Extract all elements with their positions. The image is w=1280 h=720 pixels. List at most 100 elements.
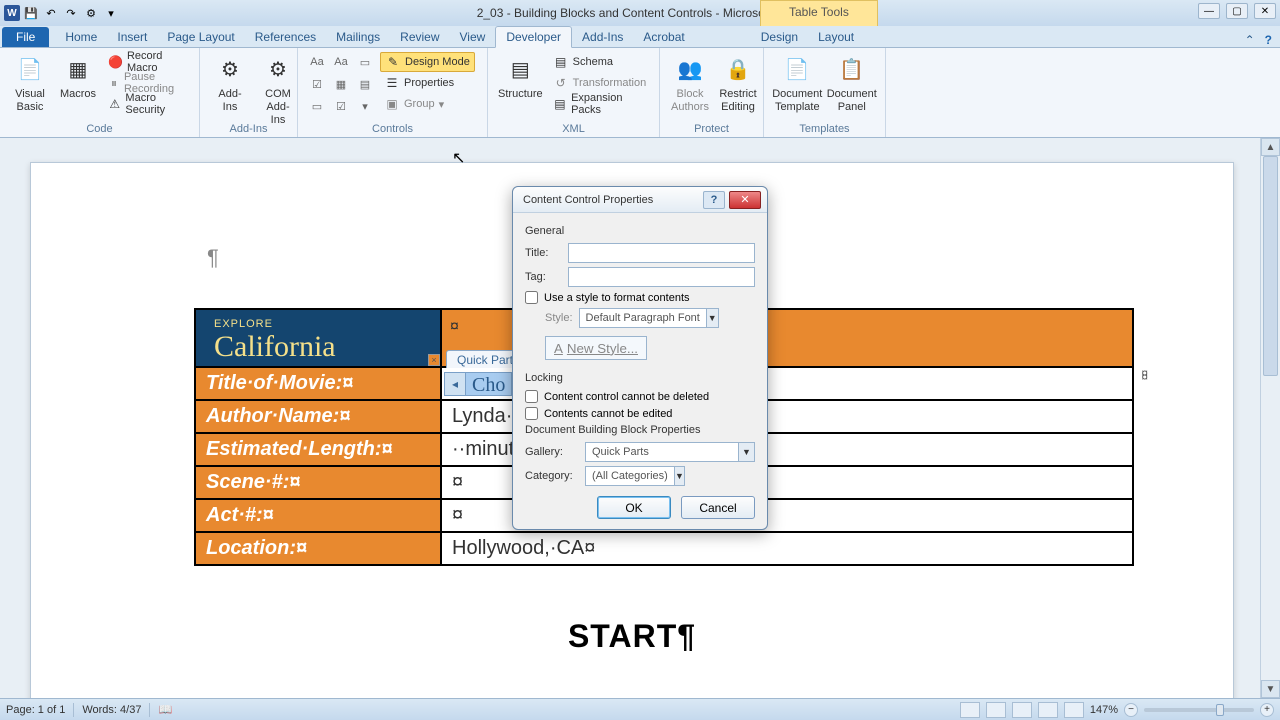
scroll-down-icon[interactable]: ▼: [1261, 680, 1280, 698]
chevron-down-icon[interactable]: ▼: [738, 443, 754, 461]
schema-button[interactable]: ▤Schema: [549, 52, 651, 72]
group-addins: ⚙Add-Ins ⚙COM Add-Ins Add-Ins: [200, 48, 298, 137]
tag-input[interactable]: [568, 267, 755, 287]
start-heading: START¶: [568, 618, 696, 655]
dialog-titlebar[interactable]: Content Control Properties ? ✕: [513, 187, 767, 213]
tab-review[interactable]: Review: [390, 27, 449, 47]
gallery-combo[interactable]: Quick Parts▼: [585, 442, 755, 462]
proofing-icon[interactable]: 📖: [158, 703, 172, 716]
title-bar: W 💾 ↶ ↷ ⚙ ▾ 2_03 - Building Blocks and C…: [0, 0, 1280, 26]
zoom-level[interactable]: 147%: [1090, 704, 1118, 716]
category-label: Category:: [525, 470, 585, 482]
visual-basic-button[interactable]: 📄Visual Basic: [8, 52, 52, 116]
cancel-button[interactable]: Cancel: [681, 496, 755, 519]
pilcrow-mark: ¶: [207, 245, 219, 271]
maximize-button[interactable]: ▢: [1226, 3, 1248, 19]
dialog-title: Content Control Properties: [523, 194, 703, 206]
tab-references[interactable]: References: [245, 27, 326, 47]
table-label: Location:¤: [195, 532, 441, 565]
cell-marker: ¤: [450, 318, 459, 336]
tab-layout[interactable]: Layout: [808, 27, 864, 47]
ok-button[interactable]: OK: [597, 496, 671, 519]
redo-icon[interactable]: ↷: [62, 4, 80, 22]
print-layout-view-button[interactable]: [960, 702, 980, 718]
content-control-close-icon[interactable]: ×: [428, 354, 440, 366]
content-control-arrow-icon[interactable]: ◂: [444, 372, 466, 396]
undo-icon[interactable]: ↶: [42, 4, 60, 22]
transformation-icon: ↺: [553, 75, 569, 91]
zoom-knob[interactable]: [1216, 704, 1224, 716]
draft-view-button[interactable]: [1064, 702, 1084, 718]
com-addins-button[interactable]: ⚙COM Add-Ins: [256, 52, 300, 130]
qat-custom-icon[interactable]: ⚙: [82, 4, 100, 22]
lock-edit-label: Contents cannot be edited: [544, 408, 672, 420]
expansion-icon: ▤: [553, 96, 567, 112]
building-block-section-label: Document Building Block Properties: [525, 424, 755, 436]
full-screen-view-button[interactable]: [986, 702, 1006, 718]
dialog-close-button[interactable]: ✕: [729, 191, 761, 209]
tab-acrobat[interactable]: Acrobat: [633, 27, 694, 47]
use-style-checkbox[interactable]: [525, 291, 538, 304]
row-end-marker: ¤: [1141, 370, 1148, 384]
com-addins-icon: ⚙: [262, 54, 294, 86]
page-status[interactable]: Page: 1 of 1: [6, 704, 65, 716]
minimize-button[interactable]: —: [1198, 3, 1220, 19]
macros-button[interactable]: ▦Macros: [56, 52, 100, 103]
chevron-down-icon[interactable]: ▼: [674, 467, 684, 485]
design-mode-icon: ✎: [385, 54, 401, 70]
document-panel-button[interactable]: 📋Document Panel: [827, 52, 878, 116]
tab-add-ins[interactable]: Add-Ins: [572, 27, 633, 47]
close-window-button[interactable]: ✕: [1254, 3, 1276, 19]
tab-home[interactable]: Home: [55, 27, 107, 47]
tab-view[interactable]: View: [450, 27, 496, 47]
web-layout-view-button[interactable]: [1012, 702, 1032, 718]
outline-view-button[interactable]: [1038, 702, 1058, 718]
tab-developer[interactable]: Developer: [495, 26, 572, 48]
style-label: Style:: [545, 312, 573, 324]
doc-template-icon: 📄: [781, 54, 813, 86]
ribbon-minimize-icon[interactable]: ⌃: [1245, 33, 1255, 47]
controls-gallery[interactable]: AaAa▭ ☑▦▤ ▭☑▾: [306, 52, 376, 116]
document-template-button[interactable]: 📄Document Template: [772, 52, 823, 116]
tab-design[interactable]: Design: [751, 27, 808, 47]
title-input[interactable]: [568, 243, 755, 263]
scroll-up-icon[interactable]: ▲: [1261, 138, 1280, 156]
zoom-slider[interactable]: [1144, 708, 1254, 712]
tab-mailings[interactable]: Mailings: [326, 27, 390, 47]
tab-page-layout[interactable]: Page Layout: [157, 27, 244, 47]
category-combo[interactable]: (All Categories)▼: [585, 466, 685, 486]
general-section-label: General: [525, 225, 755, 237]
properties-button[interactable]: ☰Properties: [380, 73, 475, 93]
record-macro-button[interactable]: 🔴Record Macro: [104, 52, 191, 72]
logo-explore-text: EXPLORE: [214, 318, 273, 330]
word-count-status[interactable]: Words: 4/37: [82, 704, 141, 716]
scroll-thumb[interactable]: [1263, 156, 1278, 376]
zoom-in-button[interactable]: +: [1260, 703, 1274, 717]
group-xml: ▤Structure ▤Schema ↺Transformation ▤Expa…: [488, 48, 660, 137]
structure-icon: ▤: [504, 54, 536, 86]
table-label: Scene·#:¤: [195, 466, 441, 499]
addins-button[interactable]: ⚙Add-Ins: [208, 52, 252, 116]
cursor-icon: ↖: [452, 148, 465, 168]
content-control-text[interactable]: Cho: [466, 372, 512, 396]
lock-edit-checkbox[interactable]: [525, 407, 538, 420]
tab-insert[interactable]: Insert: [107, 27, 157, 47]
table-label: Title·of·Movie:¤: [195, 367, 441, 400]
word-icon: W: [4, 5, 20, 21]
dialog-help-button[interactable]: ?: [703, 191, 725, 209]
help-icon[interactable]: ?: [1265, 33, 1272, 47]
qat-dropdown-icon[interactable]: ▾: [102, 4, 120, 22]
lock-delete-checkbox[interactable]: [525, 390, 538, 403]
macro-security-button[interactable]: ⚠Macro Security: [104, 94, 191, 114]
save-icon[interactable]: 💾: [22, 4, 40, 22]
new-style-button: ANew Style...: [545, 336, 647, 360]
design-mode-button[interactable]: ✎Design Mode: [380, 52, 475, 72]
expansion-packs-button[interactable]: ▤Expansion Packs: [549, 94, 651, 114]
vertical-scrollbar[interactable]: ▲ ▼: [1260, 138, 1280, 698]
restrict-editing-button[interactable]: 🔒Restrict Editing: [716, 52, 760, 116]
file-tab[interactable]: File: [2, 27, 49, 47]
zoom-out-button[interactable]: −: [1124, 703, 1138, 717]
logo-california-text: California: [214, 330, 336, 364]
structure-button[interactable]: ▤Structure: [496, 52, 545, 103]
table-value[interactable]: Hollywood,·CA¤: [441, 532, 1133, 565]
